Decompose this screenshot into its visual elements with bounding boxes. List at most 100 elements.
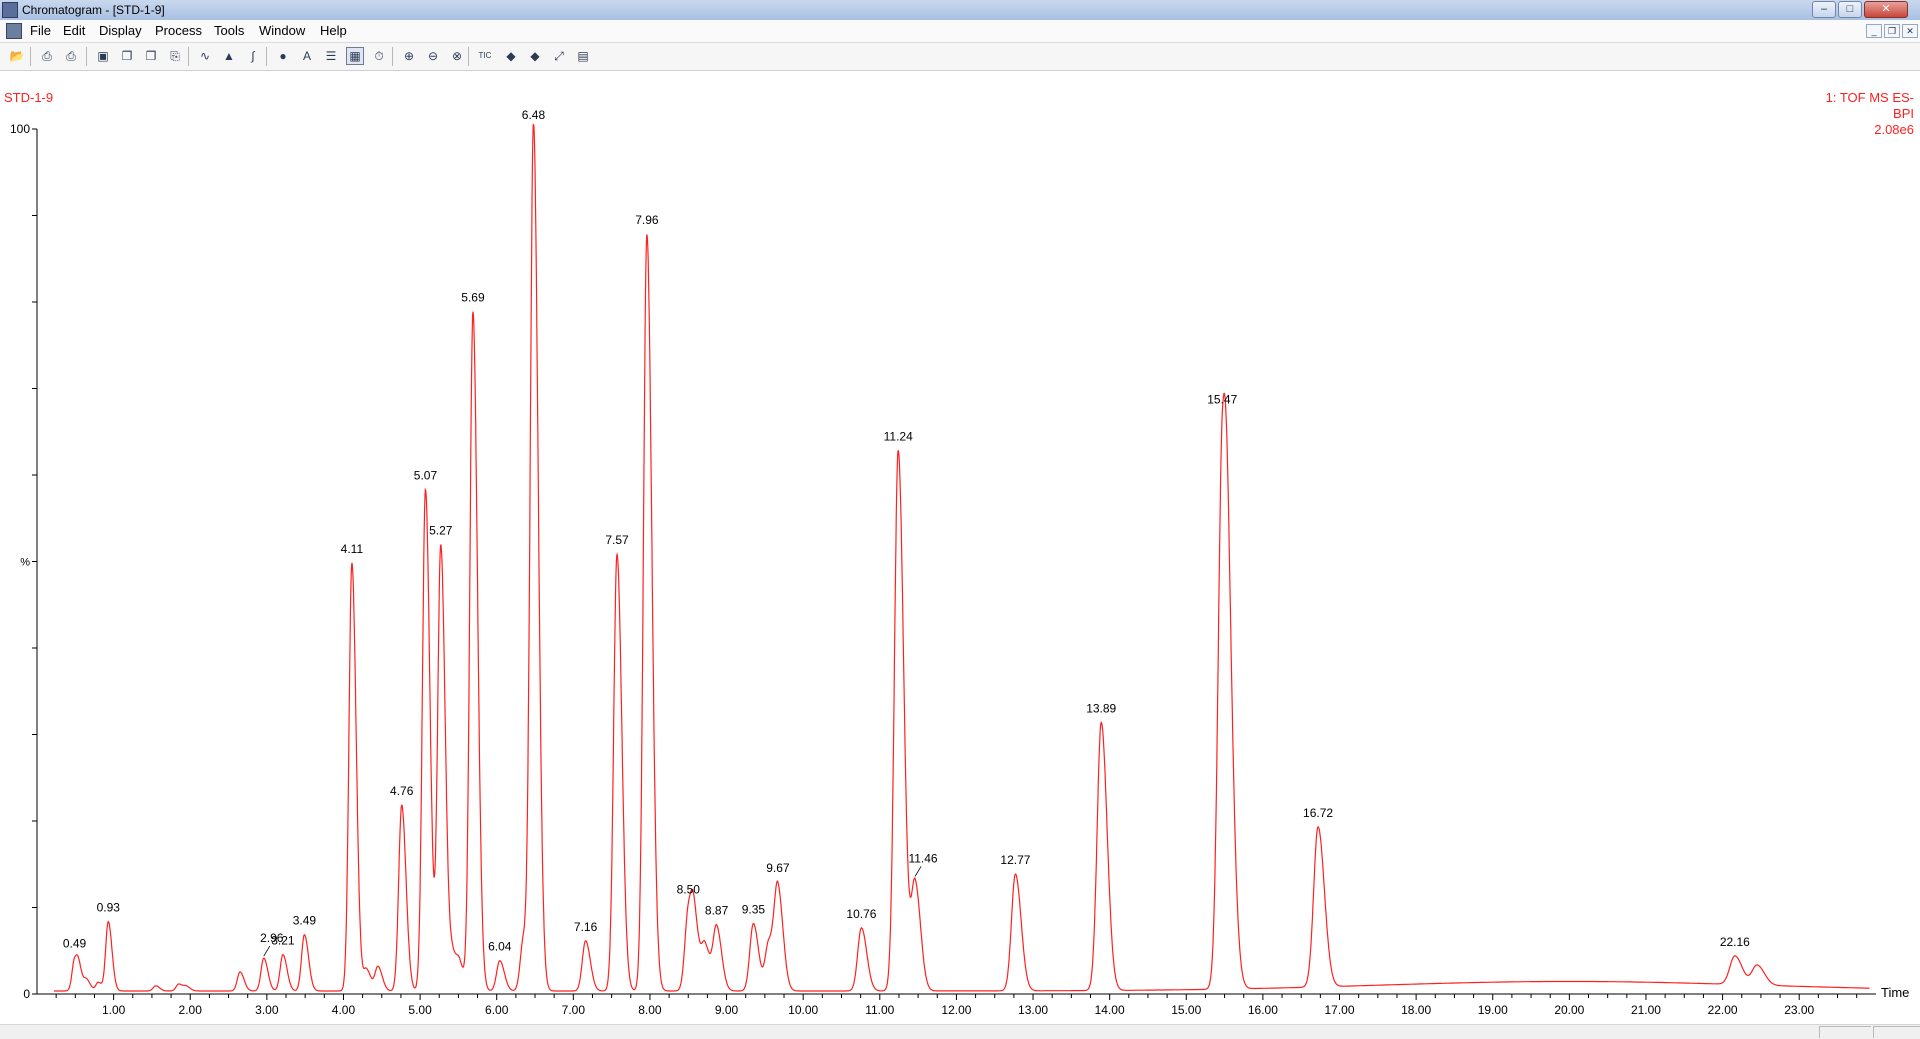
print-preview-icon[interactable]: ⎙ <box>62 47 80 65</box>
x-tick-label: 20.00 <box>1554 1003 1584 1017</box>
peak-label: 0.93 <box>97 901 121 915</box>
open-folder-icon[interactable]: 📂 <box>8 47 26 65</box>
chart-icon[interactable]: ▤ <box>574 47 592 65</box>
status-panel <box>1819 1026 1871 1038</box>
fit-icon[interactable]: ⤢ <box>550 47 568 65</box>
x-tick-label: 23.00 <box>1784 1003 1814 1017</box>
title-bar: Chromatogram - [STD-1-9] – □ ✕ <box>0 0 1920 21</box>
peak-label: 22.16 <box>1720 935 1750 949</box>
peak-label: 5.27 <box>429 523 453 537</box>
peak-label: 4.11 <box>341 542 364 556</box>
x-tick-label: 4.00 <box>332 1003 356 1017</box>
y-tick-label: 0 <box>23 987 30 1001</box>
menu-file[interactable]: File <box>30 23 51 39</box>
toolbar-separator <box>188 47 189 66</box>
peak-label: 5.07 <box>414 468 438 482</box>
peak-label: 7.57 <box>605 533 629 547</box>
document-close-button[interactable]: ✕ <box>1902 24 1918 38</box>
chromatogram-chart[interactable]: 0% 100 1.00 2.00 3.00 4.00 5.00 6.00 7.00 8.00 9.0… <box>0 71 1920 1024</box>
x-tick-label: 14.00 <box>1095 1003 1125 1017</box>
peak-label-leader <box>914 866 922 877</box>
peak-label: 13.89 <box>1086 701 1116 715</box>
x-tick-label: 2.00 <box>179 1003 203 1017</box>
y-axis-label: % <box>20 557 30 569</box>
tic-icon[interactable]: TIC <box>476 47 494 65</box>
app-icon <box>2 2 18 18</box>
peak-label: 12.77 <box>1000 853 1030 867</box>
detector-label: 1: TOF MS ES- <box>1826 90 1914 105</box>
globe-icon[interactable]: ● <box>274 47 292 65</box>
window-close-button[interactable]: ✕ <box>1864 1 1908 18</box>
x-tick-label: 12.00 <box>941 1003 971 1017</box>
x-tick-label: 1.00 <box>102 1003 126 1017</box>
status-bar <box>0 1024 1920 1039</box>
peak-label: 16.72 <box>1303 806 1333 820</box>
timer-icon[interactable]: ⏱ <box>370 47 388 65</box>
x-tick-label: 22.00 <box>1708 1003 1738 1017</box>
toolbar-separator <box>30 47 31 66</box>
menu-process[interactable]: Process <box>155 23 202 39</box>
menu-help[interactable]: Help <box>320 23 347 39</box>
window-minimize-button[interactable]: – <box>1812 1 1836 18</box>
camera-icon[interactable]: ▣ <box>94 47 112 65</box>
menu-edit[interactable]: Edit <box>63 23 85 39</box>
print-icon[interactable]: ⎙ <box>38 47 56 65</box>
trace-name: STD-1-9 <box>4 90 53 105</box>
peak-label-leader <box>263 945 271 957</box>
x-tick-label: 5.00 <box>408 1003 432 1017</box>
menu-display[interactable]: Display <box>99 23 142 39</box>
x-tick-label: 18.00 <box>1401 1003 1431 1017</box>
peak-label: 6.48 <box>522 108 546 122</box>
x-tick-label: 6.00 <box>485 1003 509 1017</box>
document-minimize-button[interactable]: _ <box>1866 24 1882 38</box>
peak-icon[interactable]: ▲ <box>220 47 238 65</box>
text-A-icon[interactable]: A <box>298 47 316 65</box>
peak-label: 8.50 <box>677 882 701 896</box>
toolbar-separator <box>266 47 267 66</box>
peak-label: 10.76 <box>846 907 876 921</box>
window-list-icon[interactable]: ☰ <box>322 47 340 65</box>
x-tick-label: 9.00 <box>715 1003 739 1017</box>
menu-tools[interactable]: Tools <box>214 23 244 39</box>
grid-icon[interactable]: ▦ <box>346 47 364 65</box>
menu-bar: File Edit Display Process Tools Window H… <box>0 20 1920 43</box>
document-restore-button[interactable]: ❐ <box>1884 24 1900 38</box>
copy-icon[interactable]: ❐ <box>118 47 136 65</box>
peak-label: 9.67 <box>766 861 790 875</box>
zoom-reset-icon[interactable]: ⊗ <box>448 47 466 65</box>
x-tick-label: 17.00 <box>1324 1003 1354 1017</box>
toolbar: 📂 ⎙ ⎙ ▣ ❐ ❐ ⎘ ∿ ▲ ∫ ● A ☰ ▦ ⏱ ⊕ ⊖ ⊗ TIC ◆ ◆ ⤢ ▤ <box>0 43 1920 71</box>
peak-label: 15.47 <box>1207 393 1237 407</box>
arrow-right-icon[interactable]: ◆ <box>526 47 544 65</box>
peak-label: 3.21 <box>271 934 295 948</box>
peak-label: 8.87 <box>705 904 729 918</box>
toolbar-separator <box>392 47 393 66</box>
spectrum-icon[interactable]: ∿ <box>196 47 214 65</box>
document-icon[interactable] <box>6 23 22 39</box>
integrate-icon[interactable]: ∫ <box>244 47 262 65</box>
status-panel <box>1873 1026 1920 1038</box>
copy-list-icon[interactable]: ❐ <box>142 47 160 65</box>
peak-label: 7.16 <box>574 920 598 934</box>
paste-icon[interactable]: ⎘ <box>166 47 184 65</box>
menu-window[interactable]: Window <box>259 23 305 39</box>
peak-label: 7.96 <box>635 213 659 227</box>
detector-label: BPI <box>1893 106 1914 121</box>
window-title: Chromatogram - [STD-1-9] <box>22 3 165 17</box>
x-tick-label: 21.00 <box>1631 1003 1661 1017</box>
x-tick-label: 16.00 <box>1248 1003 1278 1017</box>
zoom-in-icon[interactable]: ⊕ <box>400 47 418 65</box>
zoom-out-icon[interactable]: ⊖ <box>424 47 442 65</box>
x-tick-label: 19.00 <box>1478 1003 1508 1017</box>
x-tick-label: 15.00 <box>1171 1003 1201 1017</box>
arrow-left-icon[interactable]: ◆ <box>502 47 520 65</box>
peak-label: 6.04 <box>488 940 512 954</box>
peak-label: 3.49 <box>293 914 317 928</box>
x-tick-label: 11.00 <box>865 1003 894 1017</box>
toolbar-separator <box>86 47 87 66</box>
toolbar-separator <box>468 47 469 66</box>
x-tick-label: 10.00 <box>788 1003 818 1017</box>
peak-label: 11.24 <box>884 429 913 443</box>
window-maximize-button[interactable]: □ <box>1838 1 1862 18</box>
chromatogram-trace[interactable] <box>53 124 1870 992</box>
